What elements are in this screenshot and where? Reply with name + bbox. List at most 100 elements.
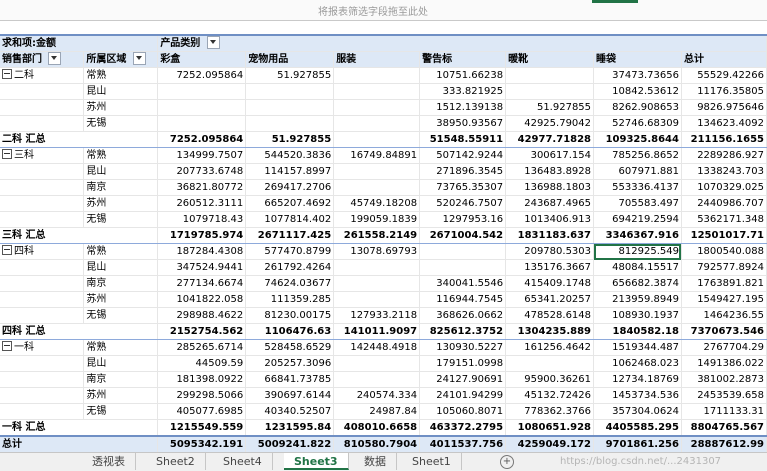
value-cell[interactable]: 8262.908653 [593,99,682,116]
value-cell[interactable]: 1464236.55 [681,307,767,324]
value-cell[interactable]: 1491386.022 [681,355,767,372]
value-cell[interactable]: 243687.4965 [505,195,595,212]
value-cell[interactable]: 2152754.562 [157,323,247,340]
value-cell[interactable]: 38950.93567 [419,115,507,132]
column-header[interactable]: 总计 [681,51,767,68]
report-filter-drop-zone[interactable]: 将报表筛选字段拖至此处 [0,0,767,21]
value-cell[interactable]: 1763891.821 [681,275,767,292]
value-cell[interactable]: 463372.2795 [419,419,507,437]
value-cell[interactable]: 4011537.756 [419,435,507,452]
value-cell[interactable]: 298988.4622 [157,307,247,324]
value-cell[interactable]: 105060.8071 [419,403,507,420]
row-field-header-dept[interactable]: 销售部门 [0,51,85,68]
value-cell[interactable]: 277134.6674 [157,275,247,292]
value-cell[interactable]: 66841.73785 [245,371,335,388]
column-filter-dropdown-icon[interactable] [206,36,220,49]
value-cell[interactable] [333,131,421,148]
value-cell[interactable]: 11176.35805 [681,83,767,100]
value-cell[interactable] [333,275,421,292]
value-cell[interactable]: 48084.15517 [593,259,682,276]
value-cell[interactable]: 1013406.913 [505,211,595,228]
value-cell[interactable]: 553336.4137 [593,179,682,196]
value-cell[interactable]: 408010.6658 [333,419,421,437]
value-cell[interactable]: 778362.3766 [505,403,595,420]
value-cell[interactable]: 478528.6148 [505,307,595,324]
value-cell[interactable]: 7252.095864 [157,67,247,84]
value-cell[interactable]: 261792.4264 [245,259,335,276]
value-cell[interactable]: 36821.80772 [157,179,247,196]
value-cell[interactable]: 792577.8924 [681,259,767,276]
grand-total-label[interactable]: 总计 [0,435,159,452]
value-cell[interactable]: 299298.5066 [157,387,247,404]
region-filter-dropdown-icon[interactable] [132,51,146,65]
add-sheet-icon[interactable]: + [500,455,514,469]
sheet-tab[interactable]: Sheet4 [213,453,273,470]
value-cell[interactable]: 528458.6529 [245,339,335,356]
region-cell[interactable]: 苏州 [83,291,159,308]
value-cell[interactable]: 5009241.822 [245,435,335,452]
column-header[interactable]: 警告标 [419,51,507,68]
value-cell[interactable]: 12501017.71 [681,227,767,244]
sheet-tab[interactable]: Sheet2 [146,453,206,470]
value-cell[interactable] [419,259,507,276]
value-cell[interactable]: 7370673.546 [681,323,767,340]
value-cell[interactable]: 111359.285 [245,291,335,308]
value-cell[interactable]: 7252.095864 [157,131,247,148]
value-cell[interactable]: 134623.4092 [681,115,767,132]
value-cell[interactable]: 45749.18208 [333,195,421,212]
value-cell[interactable]: 134999.7507 [157,147,247,164]
value-cell[interactable]: 390697.6144 [245,387,335,404]
value-cell[interactable] [157,83,247,100]
value-cell[interactable] [333,291,421,308]
value-cell[interactable]: 116944.7545 [419,291,507,308]
value-cell[interactable]: 1840582.18 [593,323,682,340]
value-cell[interactable]: 810580.7904 [333,435,421,452]
value-cell[interactable] [505,355,595,372]
value-cell[interactable]: 1080651.928 [505,419,595,437]
region-cell[interactable]: 昆山 [83,355,159,372]
value-cell[interactable]: 1304235.889 [505,323,595,340]
value-cell[interactable]: 260512.3111 [157,195,247,212]
value-cell[interactable]: 109325.8644 [593,131,682,148]
value-cell[interactable]: 2767704.29 [681,339,767,356]
dept-cell[interactable]: 一科 [0,339,85,356]
column-header[interactable]: 睡袋 [593,51,682,68]
value-cell[interactable]: 665207.4692 [245,195,335,212]
value-cell[interactable]: 1338243.703 [681,163,767,180]
subtotal-label[interactable]: 二科 汇总 [0,131,159,148]
value-cell[interactable]: 42977.71828 [505,131,595,148]
column-header[interactable]: 服装 [333,51,421,68]
value-cell[interactable]: 12734.18769 [593,371,682,388]
collapse-icon[interactable] [2,245,12,255]
value-cell[interactable]: 136988.1803 [505,179,595,196]
value-cell[interactable] [505,83,595,100]
value-cell[interactable]: 1077814.402 [245,211,335,228]
value-cell[interactable]: 2671117.425 [245,227,335,244]
value-cell[interactable]: 207733.6748 [157,163,247,180]
value-cell[interactable]: 199059.1839 [333,211,421,228]
subtotal-label[interactable]: 三科 汇总 [0,227,159,244]
region-cell[interactable]: 苏州 [83,387,159,404]
region-cell[interactable]: 南京 [83,179,159,196]
value-cell[interactable]: 51.927855 [245,67,335,84]
value-cell[interactable]: 507142.9244 [419,147,507,164]
value-cell[interactable]: 136483.8928 [505,163,595,180]
value-field-label[interactable]: 求和项:金额 [0,34,159,52]
value-cell[interactable]: 40340.52507 [245,403,335,420]
value-cell[interactable]: 44509.59 [157,355,247,372]
value-cell[interactable]: 1062468.023 [593,355,682,372]
value-cell[interactable]: 5095342.191 [157,435,247,452]
collapse-icon[interactable] [2,69,12,79]
value-cell[interactable]: 1800540.088 [681,243,767,260]
column-field-header[interactable]: 产品类别 [157,34,767,52]
value-cell[interactable]: 42925.79042 [505,115,595,132]
value-cell[interactable]: 269417.2706 [245,179,335,196]
value-cell[interactable]: 261558.2149 [333,227,421,244]
value-cell[interactable]: 5362171.348 [681,211,767,228]
value-cell[interactable]: 357304.0624 [593,403,682,420]
value-cell[interactable]: 694219.2594 [593,211,682,228]
value-cell[interactable] [333,355,421,372]
value-cell[interactable]: 55529.42266 [681,67,767,84]
region-cell[interactable]: 常熟 [83,339,159,356]
value-cell[interactable]: 205257.3096 [245,355,335,372]
